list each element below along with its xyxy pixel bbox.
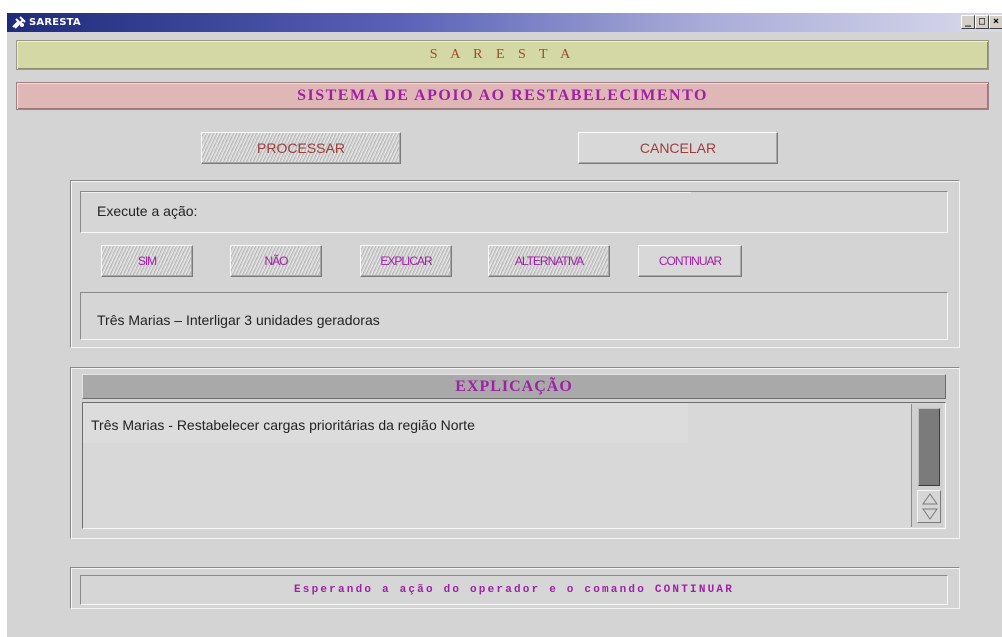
maximize-button[interactable]: □ xyxy=(975,15,989,29)
continuar-button[interactable]: CONTINUAR xyxy=(638,245,742,277)
title-bar[interactable]: SARESTA _ □ × xyxy=(7,13,1002,32)
satellite-icon xyxy=(12,16,26,29)
prompt-box: Execute a ação: xyxy=(80,191,948,233)
explanation-text: Três Marias - Restabelecer cargas priori… xyxy=(91,417,475,433)
explanation-title: EXPLICAÇÃO xyxy=(82,374,946,399)
system-subtitle: SISTEMA DE APOIO AO RESTABELECIMENTO xyxy=(16,82,989,110)
nao-button[interactable]: NÃO xyxy=(230,245,322,277)
action-prompt: Execute a ação: xyxy=(97,203,198,219)
action-text: Três Marias – Interligar 3 unidades gera… xyxy=(97,312,380,328)
window-title: SARESTA xyxy=(29,17,81,28)
scroll-arrows xyxy=(917,490,941,523)
scroll-up-icon[interactable] xyxy=(921,492,939,506)
alternativa-button[interactable]: ALTERNATIVA xyxy=(488,245,610,277)
status-message: Esperando a ação do operador e o comando… xyxy=(80,575,948,605)
minimize-button[interactable]: _ xyxy=(961,15,975,29)
processar-button[interactable]: PROCESSAR xyxy=(201,132,401,164)
scroll-down-icon[interactable] xyxy=(921,507,939,521)
scroll-thumb[interactable] xyxy=(918,408,940,486)
close-button[interactable]: × xyxy=(989,15,1002,29)
explicar-button[interactable]: EXPLICAR xyxy=(360,245,452,277)
window-controls: _ □ × xyxy=(961,15,1002,29)
cancelar-button[interactable]: CANCELAR xyxy=(578,132,778,164)
action-text-box: Três Marias – Interligar 3 unidades gera… xyxy=(80,292,948,340)
explanation-scrollbar[interactable] xyxy=(911,404,943,527)
app-name-banner: S A R E S T A xyxy=(16,40,989,70)
sim-button[interactable]: SIM xyxy=(101,245,193,277)
explanation-textarea[interactable]: Três Marias - Restabelecer cargas priori… xyxy=(82,402,946,529)
